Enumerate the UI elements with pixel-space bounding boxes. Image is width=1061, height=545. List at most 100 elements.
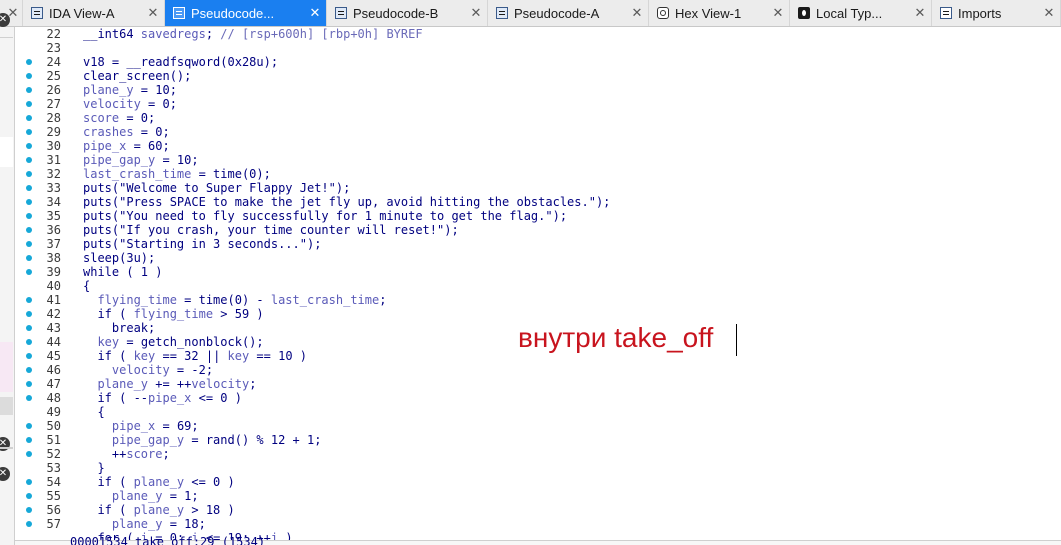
tab-pseudocode-b[interactable]: Pseudocode-B ✕ [327, 0, 488, 26]
pseudocode-icon [496, 7, 508, 19]
breakpoint-dot-icon[interactable] [26, 381, 32, 387]
left-pane-panel [0, 137, 13, 167]
line-number: 24 [46, 55, 61, 69]
line-number: 22 [46, 27, 61, 41]
line-number: 54 [46, 475, 61, 489]
code-text: velocity = -2; [111, 363, 214, 377]
tab-ida-view-a[interactable]: IDA View-A ✕ [23, 0, 165, 26]
breakpoint-dot-icon[interactable] [26, 227, 32, 233]
breakpoint-dot-icon[interactable] [26, 157, 32, 163]
breakpoint-dot-icon[interactable] [26, 59, 32, 65]
line-number: 23 [46, 41, 61, 55]
close-icon[interactable]: ✕ [1042, 5, 1056, 21]
breakpoint-dot-icon[interactable] [26, 521, 32, 527]
code-text: pipe_x = 60; [83, 139, 170, 153]
breakpoint-dot-icon[interactable] [26, 143, 32, 149]
line-number: 41 [46, 293, 61, 307]
close-icon[interactable]: ✕ [308, 5, 322, 21]
line-number: 42 [46, 307, 61, 321]
breakpoint-dot-icon[interactable] [26, 423, 32, 429]
line-number: 47 [46, 377, 61, 391]
tab-imports[interactable]: Imports ✕ [932, 0, 1061, 26]
breakpoint-dot-icon[interactable] [26, 493, 32, 499]
breakpoint-dot-icon[interactable] [26, 87, 32, 93]
line-number: 52 [46, 447, 61, 461]
line-number: 31 [46, 153, 61, 167]
line-number: 32 [46, 167, 61, 181]
code-text: } [83, 461, 105, 475]
breakpoint-dot-icon[interactable] [26, 115, 32, 121]
close-icon[interactable]: ✕ [771, 5, 785, 21]
code-text: velocity = 0; [83, 97, 177, 111]
pseudocode-view[interactable]: 22 __int64 savedregs; // [rsp+600h] [rbp+… [15, 27, 1061, 545]
line-number: 56 [46, 503, 61, 517]
line-number: 49 [46, 405, 61, 419]
breakpoint-dot-icon[interactable] [26, 339, 32, 345]
imports-icon [940, 7, 952, 19]
hex-view-icon [657, 7, 669, 19]
tab-pseudocode-a[interactable]: Pseudocode-A ✕ [488, 0, 649, 26]
code-text: ++score; [83, 447, 170, 461]
breakpoint-dot-icon[interactable] [26, 213, 32, 219]
annotation-text: внутри take_off [518, 322, 714, 353]
breakpoint-dot-icon[interactable] [26, 325, 32, 331]
tab-label: Local Typ... [816, 5, 883, 21]
code-text: puts("Starting in 3 seconds..."); [83, 237, 322, 251]
breakpoint-dot-icon[interactable] [26, 185, 32, 191]
breakpoint-dot-icon[interactable] [26, 507, 32, 513]
code-text: flying_time = time(0) - last_crash_time; [97, 293, 387, 307]
tab-label: Pseudocode-B [353, 5, 439, 21]
breakpoint-dot-icon[interactable] [26, 129, 32, 135]
breakpoint-dot-icon[interactable] [26, 451, 32, 457]
code-text: puts("If you crash, your time counter wi… [83, 223, 459, 237]
close-icon[interactable]: ✕ [146, 5, 160, 21]
tab-hex-view-1[interactable]: Hex View-1 ✕ [649, 0, 790, 26]
breakpoint-dot-icon[interactable] [26, 353, 32, 359]
line-number: 40 [46, 279, 61, 293]
breakpoint-dot-icon[interactable] [26, 171, 32, 177]
breakpoint-dot-icon[interactable] [26, 101, 32, 107]
disasm-view-icon [31, 7, 43, 19]
code-text: plane_y += ++velocity; [97, 377, 257, 391]
code-text: if ( plane_y > 18 ) [83, 503, 235, 517]
line-number: 27 [46, 97, 61, 111]
tab-label: IDA View-A [49, 5, 115, 21]
left-pane-highlight [0, 342, 13, 392]
breakpoint-dot-icon[interactable] [26, 269, 32, 275]
close-circle-icon[interactable]: ✕ [0, 467, 10, 481]
line-number: 45 [46, 349, 61, 363]
code-text: if ( key == 32 || key == 10 ) [83, 349, 307, 363]
breakpoint-dot-icon[interactable] [26, 297, 32, 303]
line-number: 25 [46, 69, 61, 83]
code-text: v18 = __readfsqword(0x28u); [83, 55, 279, 69]
breakpoint-dot-icon[interactable] [26, 437, 32, 443]
status-text: 00001534 take_off:29 (1534) [70, 535, 266, 545]
breakpoint-dot-icon[interactable] [26, 395, 32, 401]
tab-local-typ[interactable]: Local Typ... ✕ [790, 0, 932, 26]
breakpoint-dot-icon[interactable] [26, 311, 32, 317]
line-number: 57 [46, 517, 61, 531]
left-pane: ✕ ✕ ✕ [0, 13, 15, 545]
code-text: if ( plane_y <= 0 ) [83, 475, 235, 489]
code-text: { [83, 279, 91, 293]
code-text: break; [83, 321, 156, 335]
breakpoint-dot-icon[interactable] [26, 367, 32, 373]
breakpoint-dot-icon[interactable] [26, 241, 32, 247]
code-text: plane_y = 18; [111, 517, 206, 531]
line-number: 51 [46, 433, 61, 447]
breakpoint-dot-icon[interactable] [26, 199, 32, 205]
code-text: pipe_x = 69; [111, 419, 199, 433]
local-types-icon [798, 7, 810, 19]
breakpoint-dot-icon[interactable] [26, 479, 32, 485]
pseudocode-icon [173, 7, 185, 19]
left-pane-scrollbar[interactable] [0, 397, 13, 415]
close-icon[interactable]: ✕ [469, 5, 483, 21]
close-icon[interactable]: ✕ [630, 5, 644, 21]
tab-pseudocode[interactable]: Pseudocode... ✕ [165, 0, 327, 26]
code-text: plane_y = 10; [83, 83, 177, 97]
breakpoint-dot-icon[interactable] [26, 255, 32, 261]
breakpoint-dot-icon[interactable] [26, 73, 32, 79]
close-icon[interactable]: ✕ [913, 5, 927, 21]
tab-label: Imports [958, 5, 1002, 21]
line-number: 30 [46, 139, 61, 153]
